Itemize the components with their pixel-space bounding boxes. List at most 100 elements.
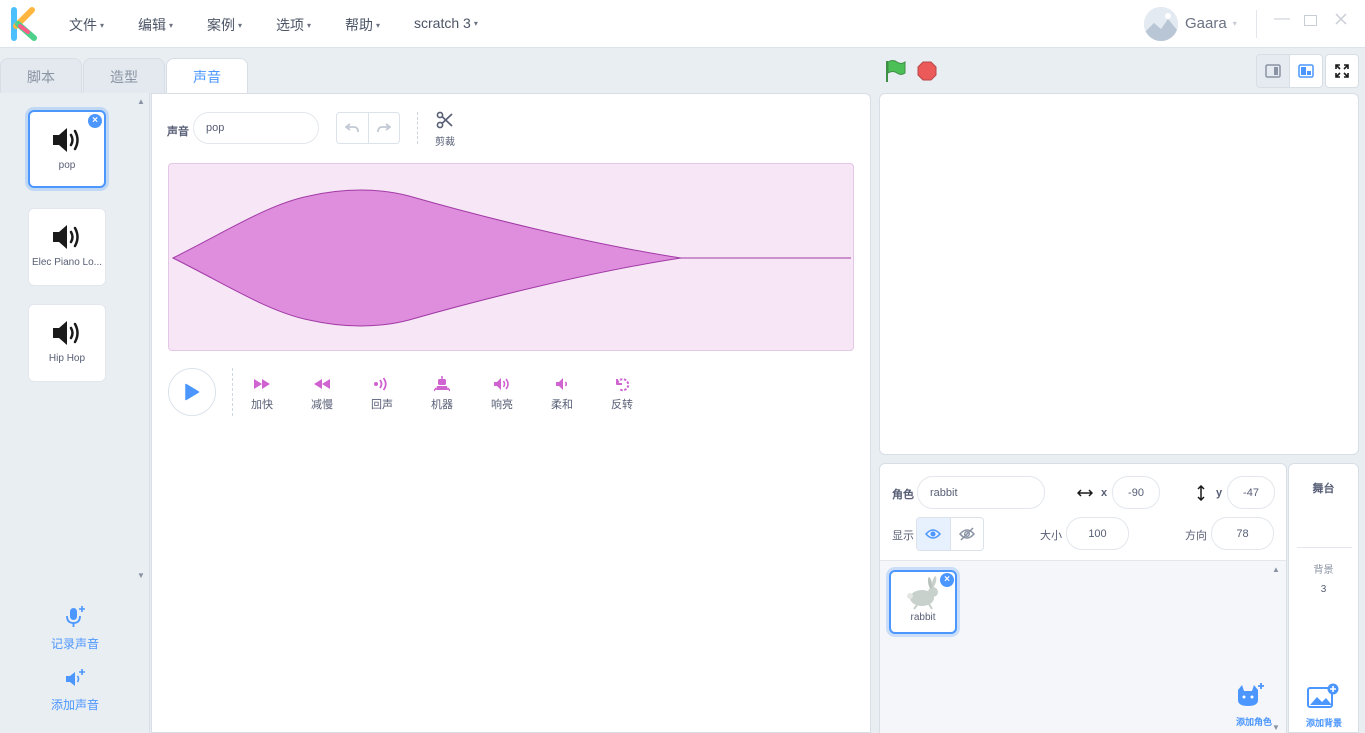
eye-off-icon — [958, 527, 975, 541]
stage-title: 舞台 — [1312, 483, 1335, 495]
menu-examples-label: 案例 — [207, 17, 235, 33]
y-input[interactable]: -47 — [1227, 476, 1275, 509]
trim-button[interactable]: 剪裁 — [430, 111, 460, 148]
add-backdrop-button[interactable] — [1307, 683, 1339, 714]
green-flag-button[interactable] — [884, 59, 908, 88]
record-sound-button[interactable]: 记录声音 — [40, 605, 110, 652]
add-backdrop-icon — [1307, 683, 1339, 708]
add-speaker-icon — [66, 669, 85, 686]
stage-divider — [1297, 547, 1352, 548]
menu-file[interactable]: 文件 ▾ — [69, 15, 104, 35]
stop-button[interactable] — [917, 61, 937, 81]
size-label: 大小 — [1040, 530, 1062, 542]
y-label: y — [1216, 487, 1223, 499]
add-backdrop-label: 添加背景 — [1306, 718, 1343, 728]
tab-sounds[interactable]: 声音 — [166, 58, 248, 95]
effect-faster-button[interactable]: 加快 — [242, 376, 282, 412]
sound-item-pop[interactable]: pop × — [28, 110, 106, 188]
add-sprite-button[interactable] — [1235, 682, 1265, 713]
add-sound-button[interactable]: 添加声音 — [40, 668, 110, 713]
menu-edit[interactable]: 编辑 ▾ — [138, 15, 173, 35]
scroll-up-icon[interactable]: ▲ — [1272, 565, 1280, 574]
effect-robot-button[interactable]: 机器 — [422, 376, 462, 412]
sprite-info-panel: 角色 rabbit x -90 y -47 显示 大小 100 方向 78 ra… — [879, 463, 1287, 733]
menu-version[interactable]: scratch 3 ▾ — [414, 15, 478, 31]
menu-help[interactable]: 帮助 ▾ — [345, 15, 380, 35]
sound-item-label: pop — [58, 160, 76, 171]
green-flag-icon — [886, 60, 906, 82]
scroll-down-icon[interactable]: ▼ — [137, 571, 145, 580]
app-logo[interactable] — [2, 2, 46, 46]
waveform[interactable] — [168, 163, 854, 351]
add-sprite-icon — [1238, 683, 1264, 706]
sound-item-hip-hop[interactable]: Hip Hop — [28, 304, 106, 382]
sound-name-label: 声音 — [167, 126, 189, 138]
scroll-up-icon[interactable]: ▲ — [137, 97, 145, 106]
size-value: 100 — [1088, 527, 1107, 540]
menu-examples[interactable]: 案例 ▾ — [207, 15, 242, 35]
add-sprite-label: 添加角色 — [1236, 717, 1273, 727]
undo-icon — [345, 123, 360, 133]
tab-sounds-label: 声音 — [193, 69, 221, 85]
effect-slower-button[interactable]: 减慢 — [302, 376, 342, 412]
direction-input[interactable]: 78 — [1211, 517, 1274, 550]
effect-echo-button[interactable]: 回声 — [362, 376, 402, 412]
play-sound-button[interactable] — [168, 368, 216, 416]
effects-divider — [232, 368, 233, 416]
menu-version-label: scratch 3 — [414, 15, 471, 31]
delete-icon[interactable]: × — [940, 573, 954, 587]
sound-item-label: Hip Hop — [48, 353, 86, 364]
effect-reverse-button[interactable]: 反转 — [602, 376, 642, 412]
fullscreen-button[interactable] — [1325, 54, 1359, 88]
sound-item-elec-piano[interactable]: Elec Piano Lo... — [28, 208, 106, 286]
normal-stage-button[interactable] — [1289, 54, 1323, 88]
undo-button[interactable] — [337, 113, 369, 143]
effect-reverse-label: 反转 — [611, 399, 633, 411]
small-stage-button[interactable] — [1256, 54, 1290, 88]
effect-softer-button[interactable]: 柔和 — [542, 376, 582, 412]
x-input[interactable]: -90 — [1112, 476, 1160, 509]
chevron-down-icon: ▾ — [1232, 19, 1237, 28]
maximize-icon[interactable] — [1304, 13, 1317, 31]
menu-file-label: 文件 — [69, 17, 97, 33]
rewind-icon — [314, 379, 330, 389]
window-controls-divider — [1256, 10, 1257, 38]
delete-icon[interactable]: × — [88, 114, 102, 128]
sound-item-label: Elec Piano Lo... — [31, 257, 103, 268]
close-icon[interactable] — [1335, 12, 1347, 30]
small-stage-icon — [1265, 64, 1281, 78]
backdrops-count: 3 — [1320, 584, 1327, 595]
tab-code[interactable]: 脚本 — [0, 58, 82, 94]
stage-canvas[interactable] — [879, 93, 1359, 455]
backdrops-label: 背景 — [1313, 565, 1334, 576]
sound-name-input[interactable]: pop — [193, 112, 319, 144]
scroll-down-icon[interactable]: ▼ — [1272, 723, 1280, 732]
sound-editor: 声音 pop 剪裁 加快 减慢 回声 机器 响亮 柔和 反转 — [151, 93, 871, 733]
direction-label: 方向 — [1185, 530, 1207, 542]
menu-options-label: 选项 — [276, 17, 304, 33]
stage-selector[interactable]: 舞台 背景 3 添加背景 — [1288, 463, 1359, 733]
show-sprite-button[interactable] — [917, 518, 951, 550]
speaker-icon — [53, 321, 79, 345]
microphone-icon — [66, 606, 85, 627]
size-input[interactable]: 100 — [1066, 517, 1129, 550]
avatar[interactable] — [1144, 7, 1178, 41]
menu-help-label: 帮助 — [345, 17, 373, 33]
menu-edit-label: 编辑 — [138, 17, 166, 33]
user-menu[interactable]: Gaara ▾ — [1185, 15, 1237, 32]
stop-icon — [917, 61, 937, 81]
chevron-down-icon: ▾ — [169, 20, 174, 30]
menu-options[interactable]: 选项 ▾ — [276, 15, 311, 35]
tab-costumes[interactable]: 造型 — [83, 58, 165, 94]
hide-sprite-button[interactable] — [951, 518, 984, 550]
scissors-icon — [436, 111, 453, 129]
effect-robot-label: 机器 — [431, 399, 453, 411]
sprite-item-rabbit[interactable]: rabbit × — [889, 570, 957, 634]
redo-button[interactable] — [369, 113, 400, 143]
fullscreen-icon — [1335, 64, 1349, 78]
effect-louder-button[interactable]: 响亮 — [482, 376, 522, 412]
sprite-name-input[interactable]: rabbit — [917, 476, 1045, 509]
menu-bar: 文件 ▾ 编辑 ▾ 案例 ▾ 选项 ▾ 帮助 ▾ scratch 3 ▾ Gaara ▾ — — [0, 0, 1365, 48]
effect-slower-label: 减慢 — [311, 399, 333, 411]
minimize-icon[interactable]: — — [1274, 10, 1290, 28]
